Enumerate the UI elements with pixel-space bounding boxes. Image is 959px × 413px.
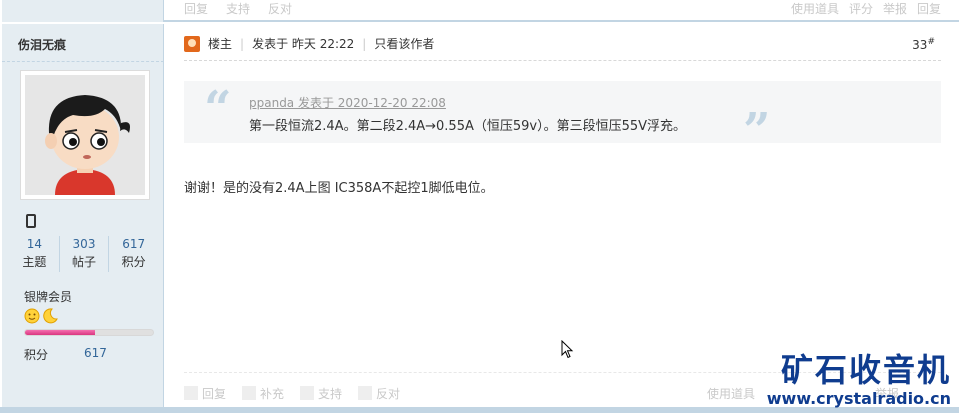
sidebar-divider [2, 61, 164, 62]
thread-starter-badge: 楼主 [208, 37, 233, 51]
stat-credits-label: 积分 [121, 255, 146, 269]
prev-rate-link[interactable]: 评分 [849, 0, 873, 17]
close-quote-icon: ” [743, 103, 771, 159]
prev-reply-link[interactable]: 回复 [917, 0, 941, 17]
stat-topics[interactable]: 14 主题 [10, 236, 60, 272]
post-actions: 回复 补充 支持 反对 [184, 385, 400, 402]
stat-credits-value: 617 [122, 237, 146, 251]
prev-oppose-button[interactable]: 反对 [268, 0, 292, 17]
prev-report-link[interactable]: 举报 [883, 0, 907, 17]
author-stats: 14 主题 303 帖子 617 积分 [10, 236, 158, 272]
stat-posts[interactable]: 303 帖子 [60, 236, 110, 272]
supplement-button[interactable]: 补充 [242, 385, 284, 402]
site-watermark: 矿石收音机 www.crystalradio.cn [767, 350, 951, 408]
avatar-cartoon-icon [25, 75, 145, 195]
credit-progress-fill [25, 330, 96, 335]
quote-text: 第一段恒流2.4A。第二段2.4A→0.55A（恒压59v）。第三段恒压55V浮… [249, 119, 687, 134]
support-button[interactable]: 支持 [300, 385, 342, 402]
credit-progress-bar [24, 329, 154, 336]
header-divider [184, 60, 941, 61]
reply-button[interactable]: 回复 [184, 385, 226, 402]
moon-medal-icon [43, 308, 58, 324]
thumbs-down-icon [358, 386, 373, 400]
author-name-link[interactable]: 伤泪无痕 [18, 36, 66, 53]
prev-support-button[interactable]: 支持 [226, 0, 250, 17]
member-group[interactable]: 银牌会员 [24, 288, 72, 305]
quote-block: “ ppanda 发表于 2020-12-20 22:08 第一段恒流2.4A。… [184, 81, 941, 159]
stat-credits[interactable]: 617 积分 [109, 236, 158, 272]
thread-starter-icon [184, 35, 200, 52]
reply-icon [184, 386, 198, 400]
watermark-title: 矿石收音机 [780, 351, 951, 389]
oppose-label: 反对 [376, 387, 401, 401]
floor-number[interactable]: 33# [912, 37, 935, 52]
mouse-cursor-icon [561, 340, 574, 359]
thumbs-up-icon [300, 386, 315, 400]
prev-reply-button[interactable]: 回复 [184, 0, 208, 17]
post-body: 谢谢！是的没有2.4A上图 IC358A不起控1脚低电位。 [184, 181, 494, 196]
reply-label: 回复 [202, 387, 227, 401]
only-author-link[interactable]: 只看该作者 [374, 35, 434, 52]
stat-topics-value: 14 [26, 237, 42, 251]
credit-row: 积分 617 [24, 346, 107, 363]
watermark-url: www.crystalradio.cn [766, 389, 951, 408]
author-sidebar: 伤泪无痕 14 主题 303 帖子 617 积分 银牌会员 积分 617 [2, 24, 164, 413]
avatar[interactable] [20, 70, 150, 200]
supplement-label: 补充 [260, 387, 285, 401]
prev-use-tools-link[interactable]: 使用道具 [791, 0, 839, 17]
medals [24, 308, 58, 324]
support-label: 支持 [318, 387, 343, 401]
avatar-image [25, 75, 145, 195]
post-timestamp: 发表于 昨天 22:22 [252, 37, 355, 51]
header-separator: | [362, 36, 367, 51]
previous-post-footer: 回复 支持 反对 使用道具 评分 举报 回复 [0, 0, 959, 22]
credit-value: 617 [84, 346, 107, 360]
sun-medal-icon [24, 308, 40, 324]
quote-author-link[interactable]: ppanda 发表于 2020-12-20 22:08 [249, 94, 446, 111]
stat-topics-label: 主题 [22, 255, 47, 269]
supplement-icon [242, 386, 257, 400]
stat-posts-label: 帖子 [72, 255, 97, 269]
mobile-phone-icon [26, 214, 36, 228]
floor-number-mark: # [927, 37, 935, 47]
post-header: 楼主 | 发表于 昨天 22:22 | 只看该作者 [184, 35, 434, 52]
stat-posts-value: 303 [72, 237, 96, 251]
header-separator: | [240, 36, 245, 51]
oppose-button[interactable]: 反对 [358, 385, 400, 402]
use-tools-link[interactable]: 使用道具 [707, 385, 755, 402]
open-quote-icon: “ [204, 81, 232, 137]
floor-number-value: 33 [912, 38, 928, 52]
previous-sidebar [2, 0, 164, 22]
credit-label: 积分 [24, 348, 49, 362]
